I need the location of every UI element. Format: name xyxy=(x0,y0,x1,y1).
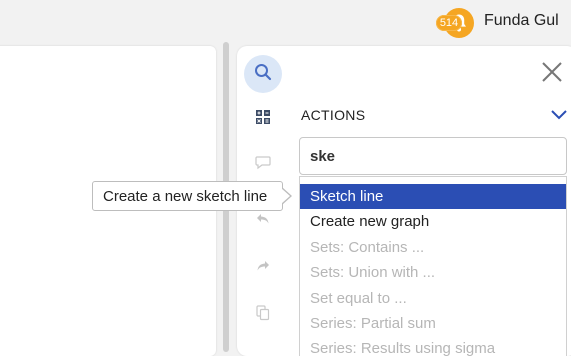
result-series-partial-sum: Series: Partial sum xyxy=(310,314,436,332)
actions-results-list: Sketch line Create new graph Sets: Conta… xyxy=(299,176,567,356)
formula-grid-button[interactable] xyxy=(254,109,272,130)
comment-button[interactable] xyxy=(254,155,272,175)
undo-button[interactable] xyxy=(255,213,271,229)
result-sets-union: Sets: Union with ... xyxy=(310,264,436,282)
search-button[interactable] xyxy=(244,55,282,93)
collapse-actions-button[interactable] xyxy=(549,106,569,122)
result-sketch-line[interactable]: Sketch line xyxy=(300,184,566,210)
top-bar: 514 Funda Gul xyxy=(0,0,571,44)
copy-button[interactable] xyxy=(255,304,271,326)
actions-search-input[interactable]: ske xyxy=(299,137,567,175)
notifications-button[interactable]: 514 xyxy=(436,8,474,38)
result-create-new-graph[interactable]: Create new graph xyxy=(300,209,566,234)
tooltip: Create a new sketch line xyxy=(92,181,283,211)
tooltip-arrow-fill xyxy=(281,188,290,204)
actions-title: ACTIONS xyxy=(301,107,366,123)
undo-icon xyxy=(256,212,270,231)
user-name[interactable]: Funda Gul xyxy=(484,12,559,30)
search-icon xyxy=(254,63,272,86)
chevron-down-icon xyxy=(549,109,569,126)
copy-icon xyxy=(256,304,270,326)
comment-icon xyxy=(255,155,271,175)
result-set-equal: Set equal to ... xyxy=(310,289,407,307)
result-sets-contains: Sets: Contains ... xyxy=(310,238,425,256)
notification-count-badge: 514 xyxy=(436,15,462,31)
formula-grid-icon xyxy=(255,109,271,130)
close-icon xyxy=(540,62,564,88)
result-series-results-sigma: Series: Results using sigma xyxy=(310,340,496,356)
close-button[interactable] xyxy=(540,60,564,84)
redo-icon xyxy=(256,259,270,278)
redo-button[interactable] xyxy=(255,260,271,276)
